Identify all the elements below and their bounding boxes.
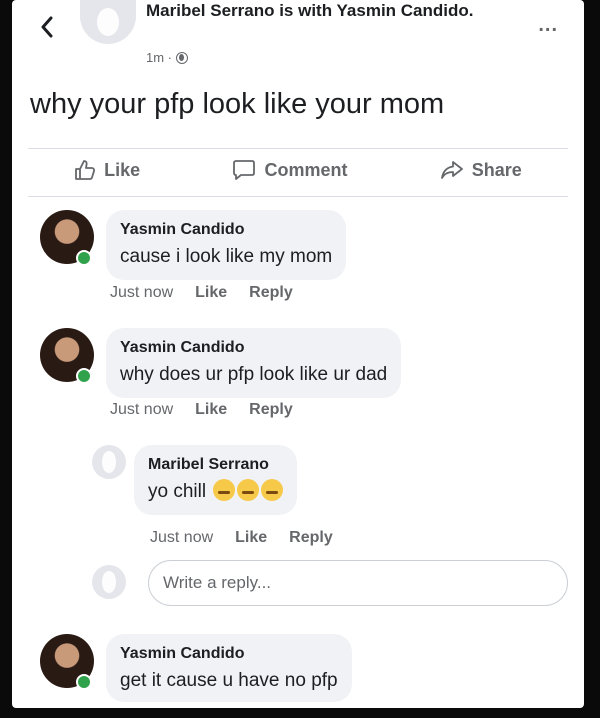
comment-button[interactable]: Comment [232, 159, 347, 181]
post-author-avatar[interactable] [80, 0, 136, 44]
comment-text: get it cause u have no pfp [120, 670, 338, 691]
comment-reply-link[interactable]: Reply [249, 284, 293, 302]
speech-bubble-icon [233, 160, 256, 180]
post-author-line[interactable]: Maribel Serrano is with Yasmin Candido. [146, 0, 476, 21]
comment-bubble: Yasmin Candido cause i look like my mom [106, 210, 347, 280]
comment-author[interactable]: Yasmin Candido [120, 220, 332, 240]
post-actions: Like Comment Share [28, 148, 568, 192]
post-time: 1m · [146, 50, 172, 65]
comment-time: Just now [110, 401, 174, 418]
reply-bubble: Maribel Serrano yo chill [134, 445, 298, 515]
online-status-dot [76, 250, 92, 266]
share-arrow-icon [440, 161, 463, 179]
post-card: Maribel Serrano is with Yasmin Candido. … [12, 0, 584, 708]
divider [28, 196, 568, 197]
post-meta: 1m · [146, 50, 188, 65]
comment-bubble: Yasmin Candido why does ur pfp look like… [106, 328, 402, 398]
comment-like-link[interactable]: Like [195, 401, 227, 419]
comment-reply-link[interactable]: Reply [249, 401, 293, 419]
post-text: why your pfp look like your mom [30, 88, 445, 120]
downcast-face-emoji [237, 479, 260, 501]
reply-reply-link[interactable]: Reply [289, 529, 333, 547]
comment-meta: Just now Like Reply [110, 401, 293, 419]
reply-meta: Just now Like Reply [150, 529, 333, 547]
online-status-dot [76, 674, 92, 690]
reply-text: yo chill [148, 479, 284, 505]
downcast-face-emoji [213, 479, 236, 501]
reply-author-avatar[interactable] [92, 445, 126, 479]
comment-author[interactable]: Yasmin Candido [120, 338, 387, 358]
downcast-face-emoji [261, 479, 284, 501]
like-button[interactable]: Like [74, 159, 140, 181]
globe-icon [176, 51, 188, 64]
comment-meta: Just now Like Reply [110, 284, 293, 302]
comment-like-link[interactable]: Like [195, 284, 227, 302]
chevron-left-icon [41, 16, 53, 38]
reply-author[interactable]: Maribel Serrano [148, 455, 283, 475]
current-user-avatar [92, 565, 126, 599]
online-status-dot [76, 368, 92, 384]
comment-author[interactable]: Yasmin Candido [120, 644, 338, 664]
comment-text: cause i look like my mom [120, 246, 333, 267]
comment-bubble: Yasmin Candido get it cause u have no pf… [106, 634, 352, 702]
comment-time: Just now [110, 284, 174, 301]
thumbs-up-icon [75, 160, 96, 180]
back-button[interactable] [34, 14, 60, 40]
share-button[interactable]: Share [440, 159, 522, 181]
write-reply-input[interactable]: Write a reply... [148, 560, 568, 606]
comment-text: why does ur pfp look like ur dad [120, 364, 388, 385]
more-options-button[interactable]: ... [538, 14, 558, 37]
reply-time: Just now [150, 529, 214, 546]
reply-like-link[interactable]: Like [235, 529, 267, 547]
